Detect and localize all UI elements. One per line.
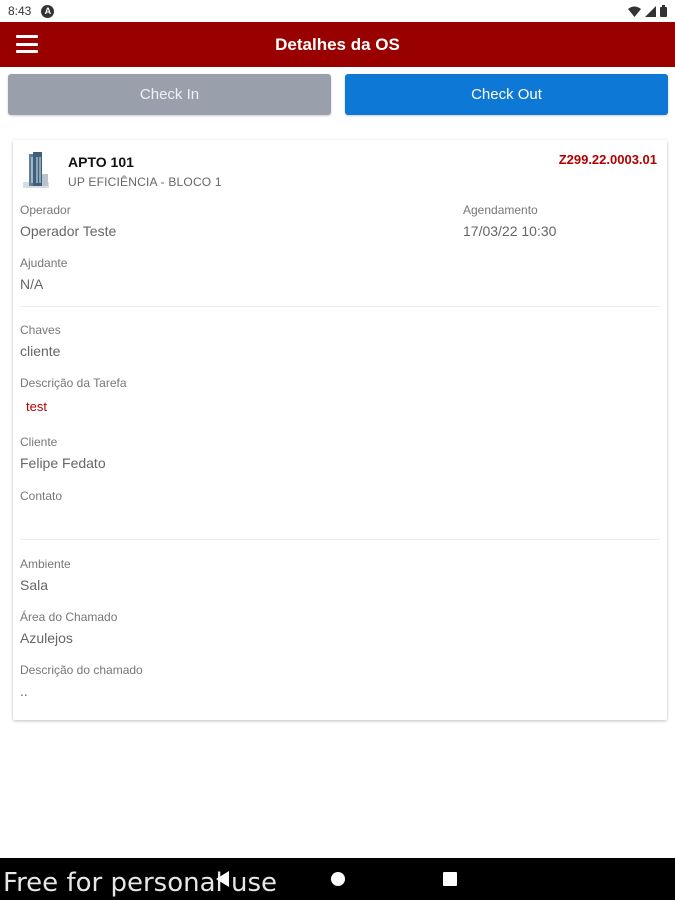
cliente-value: Felipe Fedato [20,455,106,471]
chaves-value: cliente [20,343,61,359]
os-details-card: APTO 101 UP EFICIÊNCIA - BLOCO 1 Z299.22… [13,140,667,720]
ambiente-field: Ambiente Sala [20,557,71,593]
recent-apps-icon[interactable] [443,872,457,886]
descricao-chamado-label: Descrição do chamado [20,663,143,677]
card-header: APTO 101 UP EFICIÊNCIA - BLOCO 1 Z299.22… [13,140,667,195]
ajudante-value: N/A [20,276,44,292]
home-icon[interactable] [331,872,345,886]
ambiente-value: Sala [20,577,49,593]
building-name: UP EFICIÊNCIA - BLOCO 1 [68,175,222,189]
back-icon[interactable] [216,871,229,887]
descricao-chamado-value: .. [20,683,28,699]
os-code: Z299.22.0003.01 [558,152,657,167]
chaves-field: Chaves cliente [20,323,61,359]
operador-field: Operador Operador Teste [20,203,116,239]
descricao-tarefa-field: Descrição da Tarefa test [20,376,127,414]
notification-badge-icon: A [41,4,55,18]
agendamento-label: Agendamento [463,203,538,217]
action-buttons: Check In Check Out [8,74,668,115]
divider [20,539,660,540]
operador-label: Operador [20,203,71,217]
cliente-field: Cliente Felipe Fedato [20,435,106,471]
ambiente-label: Ambiente [20,557,71,571]
divider [20,306,660,307]
chaves-label: Chaves [20,323,61,337]
operador-value: Operador Teste [20,223,117,239]
contato-label: Contato [20,489,63,503]
check-out-button[interactable]: Check Out [345,74,668,115]
signal-icon [645,5,656,17]
battery-icon [660,5,667,17]
contato-field: Contato [20,489,62,509]
app-bar: Detalhes da OS [0,22,675,67]
navigation-bar [0,858,675,900]
area-chamado-field: Área do Chamado Azulejos [20,610,117,646]
area-chamado-value: Azulejos [20,630,73,646]
hamburger-menu-icon[interactable] [16,35,38,53]
page-title: Detalhes da OS [275,34,400,54]
agendamento-field: Agendamento 17/03/22 10:30 [463,203,556,239]
status-bar: 8:43 A [0,0,675,22]
ajudante-label: Ajudante [20,256,68,270]
area-chamado-label: Área do Chamado [20,610,118,624]
building-icon [23,152,49,188]
descricao-tarefa-value: test [26,399,47,414]
cliente-label: Cliente [20,435,58,449]
agendamento-value: 17/03/22 10:30 [463,223,557,239]
status-time: 8:43 [8,4,32,18]
descricao-tarefa-label: Descrição da Tarefa [20,376,127,390]
ajudante-field: Ajudante N/A [20,256,67,292]
wifi-icon [628,6,641,17]
descricao-chamado-field: Descrição do chamado .. [20,663,143,699]
check-in-button[interactable]: Check In [8,74,331,115]
unit-name: APTO 101 [68,154,134,170]
